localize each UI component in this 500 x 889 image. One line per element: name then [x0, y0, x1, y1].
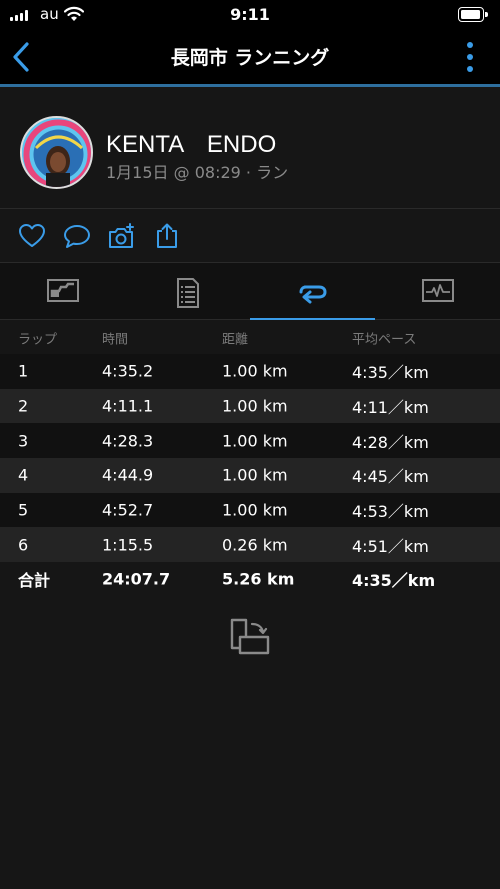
total-label: 合計	[18, 571, 51, 591]
table-total-row: 合計 24:07.7 5.26 km 4:35／km	[0, 562, 500, 597]
battery-icon	[458, 7, 488, 22]
share-icon[interactable]	[153, 223, 181, 249]
lap-number: 3	[18, 431, 29, 451]
total-pace: 4:35／km	[352, 571, 436, 591]
lap-time: 4:28.3	[102, 431, 154, 451]
action-bar	[0, 209, 500, 263]
header-lap: ラップ	[18, 332, 58, 347]
header-time: 時間	[102, 332, 129, 347]
table-row[interactable]: 6 1:15.5 0.26 km 4:51／km	[0, 527, 500, 563]
lap-pace: 4:11／km	[352, 398, 429, 418]
tab-details[interactable]	[125, 263, 250, 320]
details-icon	[177, 278, 199, 308]
tab-stats[interactable]	[0, 263, 125, 320]
laps-icon	[299, 285, 327, 304]
stats-icon	[47, 279, 79, 302]
activity-meta: 1月15日 @ 08:29 · ラン	[106, 163, 289, 182]
table-header: ラップ 時間 距離 平均ペース	[0, 321, 500, 354]
lap-distance: 1.00 km	[222, 465, 288, 485]
lap-pace: 4:53／km	[352, 502, 429, 522]
lap-number: 4	[18, 465, 29, 485]
lap-distance: 1.00 km	[222, 396, 288, 416]
user-name[interactable]: KENTA ENDO	[106, 124, 276, 159]
lap-number: 5	[18, 500, 29, 520]
heart-icon[interactable]	[18, 223, 46, 249]
lap-distance: 1.00 km	[222, 361, 288, 381]
lap-time: 4:44.9	[102, 465, 154, 485]
status-bar: au 9:11	[0, 0, 500, 30]
lap-pace: 4:45／km	[352, 467, 429, 487]
tab-chart[interactable]	[375, 263, 500, 320]
more-options-button[interactable]	[466, 42, 474, 72]
lap-pace: 4:51／km	[352, 536, 429, 556]
status-time: 9:11	[230, 5, 270, 24]
activity-header: KENTA ENDO 1月15日 @ 08:29 · ラン	[0, 87, 500, 209]
lap-number: 6	[18, 535, 29, 555]
chart-icon	[422, 279, 454, 302]
lap-time: 1:15.5	[102, 535, 154, 555]
avatar[interactable]	[20, 116, 93, 189]
activity-tabs	[0, 263, 500, 320]
lap-time: 4:11.1	[102, 396, 154, 416]
header-distance: 距離	[222, 332, 249, 347]
lap-pace: 4:35／km	[352, 363, 429, 383]
nav-bar: 長岡市 ランニング	[0, 30, 500, 84]
add-photo-icon[interactable]	[108, 223, 136, 249]
lap-number: 2	[18, 396, 29, 416]
total-distance: 5.26 km	[222, 569, 295, 589]
rotate-screen-button[interactable]	[228, 617, 272, 657]
lap-number: 1	[18, 361, 29, 381]
lap-distance: 0.26 km	[222, 535, 288, 555]
lap-time: 4:52.7	[102, 500, 154, 520]
lap-pace: 4:28／km	[352, 432, 429, 452]
table-row[interactable]: 3 4:28.3 1.00 km 4:28／km	[0, 423, 500, 459]
laps-table: ラップ 時間 距離 平均ペース 1 4:35.2 1.00 km 4:35／km…	[0, 321, 500, 597]
lap-time: 4:35.2	[102, 361, 154, 381]
page-title: 長岡市 ランニング	[170, 47, 330, 69]
lap-distance: 1.00 km	[222, 431, 288, 451]
tab-laps[interactable]	[250, 263, 375, 320]
table-row[interactable]: 2 4:11.1 1.00 km 4:11／km	[0, 388, 500, 424]
table-row[interactable]: 5 4:52.7 1.00 km 4:53／km	[0, 492, 500, 528]
selected-tab-indicator	[250, 318, 375, 320]
total-time: 24:07.7	[102, 569, 171, 589]
table-row[interactable]: 1 4:35.2 1.00 km 4:35／km	[0, 354, 500, 389]
comment-icon[interactable]	[63, 223, 91, 249]
table-row[interactable]: 4 4:44.9 1.00 km 4:45／km	[0, 458, 500, 493]
lap-distance: 1.00 km	[222, 500, 288, 520]
header-avg-pace: 平均ペース	[352, 332, 417, 347]
